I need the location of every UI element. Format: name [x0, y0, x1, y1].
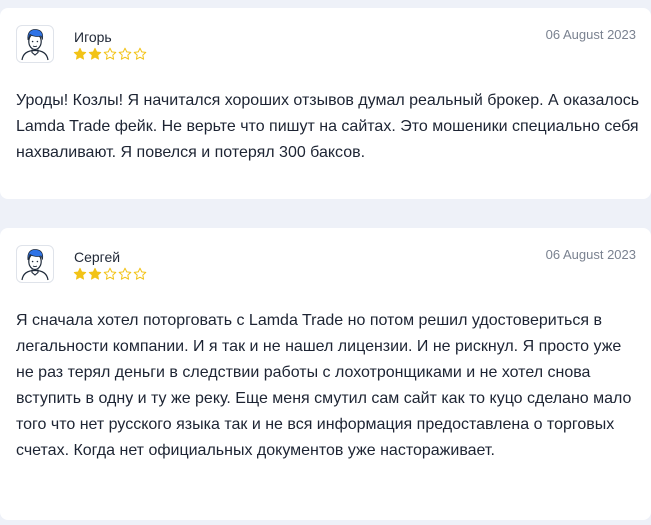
review-text: Я сначала хотел поторговать с Lamda Trad… [16, 312, 632, 459]
review-author: Игорь [74, 29, 112, 45]
review-card: Сергей 06 August 2023 Я сначала хотел по… [0, 228, 651, 520]
star-filled-icon [73, 47, 87, 60]
reviews-list: Игорь 06 August 2023 Уроды! Козлы! Я нач… [0, 0, 651, 525]
star-outline-icon [133, 267, 147, 280]
star-filled-icon [88, 47, 102, 60]
review-text: Уроды! Козлы! Я начитался хороших отзыво… [16, 92, 640, 161]
review-rating [73, 47, 147, 61]
user-avatar-icon [16, 25, 54, 63]
review-date: 06 August 2023 [545, 247, 636, 262]
star-outline-icon [103, 47, 117, 60]
star-filled-icon [88, 267, 102, 280]
star-outline-icon [118, 267, 132, 280]
star-outline-icon [133, 47, 147, 60]
review-card: Игорь 06 August 2023 Уроды! Козлы! Я нач… [0, 8, 651, 199]
star-outline-icon [103, 267, 117, 280]
review-author: Сергей [74, 249, 121, 265]
review-date: 06 August 2023 [545, 27, 636, 42]
star-outline-icon [118, 47, 132, 60]
review-rating [73, 267, 147, 281]
star-filled-icon [73, 267, 87, 280]
user-avatar-icon [16, 245, 54, 283]
